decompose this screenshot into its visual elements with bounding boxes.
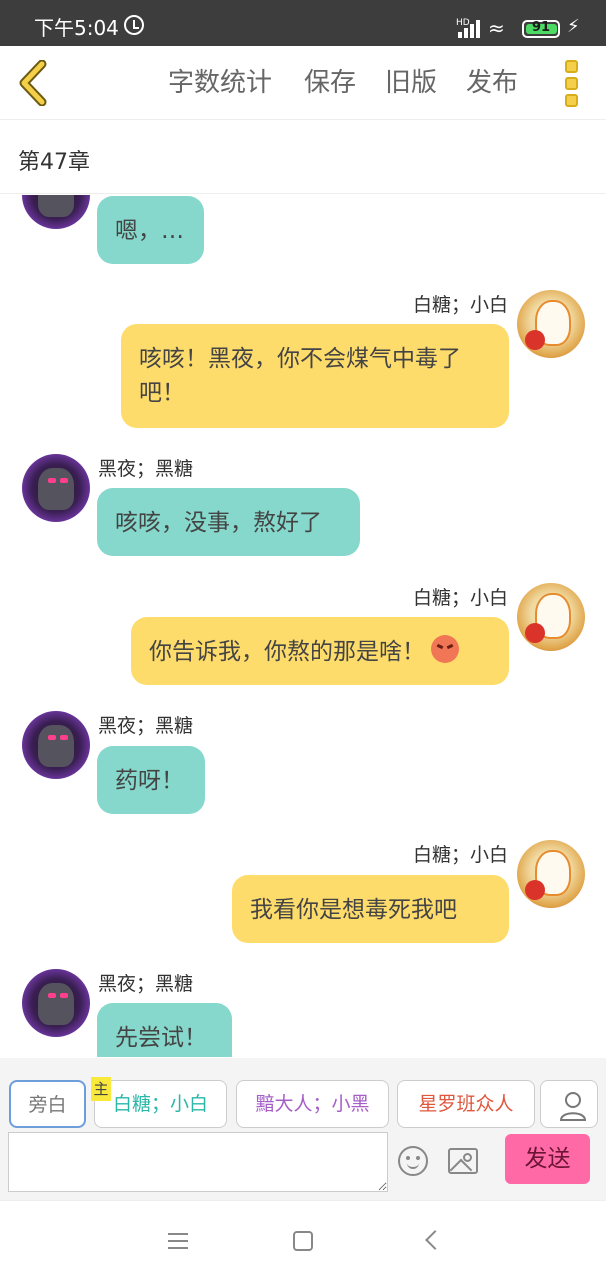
character-manager-button[interactable] [540,1080,598,1128]
speaker-name: 白糖；小白 [412,587,508,609]
chapter-header[interactable]: 第47章 [0,121,606,194]
speaker-name: 黑夜；黑糖 [98,458,194,480]
avatar-heiye[interactable] [22,711,90,779]
alarm-icon [124,15,144,35]
main-role-tag: 主 [91,1077,111,1101]
avatar-heiye[interactable] [22,195,90,229]
message-bubble[interactable]: 咳咳，没事，熬好了 [97,488,360,556]
status-time: 下午5:04 [34,16,119,40]
message-bubble[interactable]: 先尝试！ [97,1003,232,1057]
avatar-baitang[interactable] [517,583,585,651]
role-label: 星罗班众人 [418,1093,514,1115]
message-text: 你告诉我，你熬的那是啥！ [149,639,425,665]
nav-back-icon[interactable] [425,1230,445,1250]
message-bubble[interactable]: 嗯，… [97,196,204,264]
emoji-icon[interactable] [398,1146,428,1176]
person-icon [559,1092,587,1121]
chat-area[interactable]: 嗯，… 白糖；小白 咳咳！黑夜，你不会煤气中毒了吧！ 黑夜；黑糖 咳咳，没事，熬… [0,195,606,1057]
save-button[interactable]: 保存 [304,68,356,98]
system-nav-bar [0,1200,606,1280]
message-bubble[interactable]: 咳咳！黑夜，你不会煤气中毒了吧！ [121,324,509,428]
avatar-heiye[interactable] [22,454,90,522]
battery-icon: 91 [522,20,560,38]
message-input[interactable] [8,1132,388,1192]
recent-apps-icon[interactable] [168,1233,188,1249]
image-icon[interactable] [448,1148,478,1174]
speaker-name: 白糖；小白 [412,294,508,316]
status-bar: 下午5:04 HD ≈ 91 ⚡ [0,0,606,46]
home-icon[interactable] [293,1231,313,1251]
old-version-button[interactable]: 旧版 [385,68,437,98]
charging-icon: ⚡ [567,16,580,37]
role-label: 白糖；小白 [112,1093,208,1115]
role-narrator[interactable]: 旁白 [9,1080,86,1128]
input-row: 发送 [0,1130,606,1200]
speaker-name: 白糖；小白 [412,844,508,866]
back-arrow-icon[interactable] [16,60,52,106]
role-xingluoban[interactable]: 星罗班众人 [397,1080,535,1128]
role-baitang[interactable]: 主 白糖；小白 [91,1077,227,1128]
avatar-heiye[interactable] [22,969,90,1037]
more-menu-icon[interactable] [563,58,581,108]
message-bubble[interactable]: 我看你是想毒死我吧 [232,875,509,943]
message-bubble[interactable]: 药呀！ [97,746,205,814]
signal-icon [458,20,482,38]
battery-percent: 91 [531,20,551,35]
editor-toolbar: 字数统计 保存 旧版 发布 [0,46,606,120]
role-selector: 旁白 主 白糖；小白 黯大人；小黑 星罗班众人 [0,1058,606,1130]
avatar-baitang[interactable] [517,840,585,908]
word-count-button[interactable]: 字数统计 [168,68,272,98]
role-label: 黯大人；小黑 [255,1093,370,1115]
wifi-icon: ≈ [488,16,505,40]
message-bubble[interactable]: 你告诉我，你熬的那是啥！ [131,617,509,685]
speaker-name: 黑夜；黑糖 [98,973,194,995]
publish-button[interactable]: 发布 [466,68,518,98]
chapter-title: 第47章 [18,150,90,175]
speaker-name: 黑夜；黑糖 [98,715,194,737]
send-button[interactable]: 发送 [505,1134,590,1184]
role-andaren[interactable]: 黯大人；小黑 [236,1080,389,1128]
avatar-baitang[interactable] [517,290,585,358]
angry-face-icon [431,635,459,663]
